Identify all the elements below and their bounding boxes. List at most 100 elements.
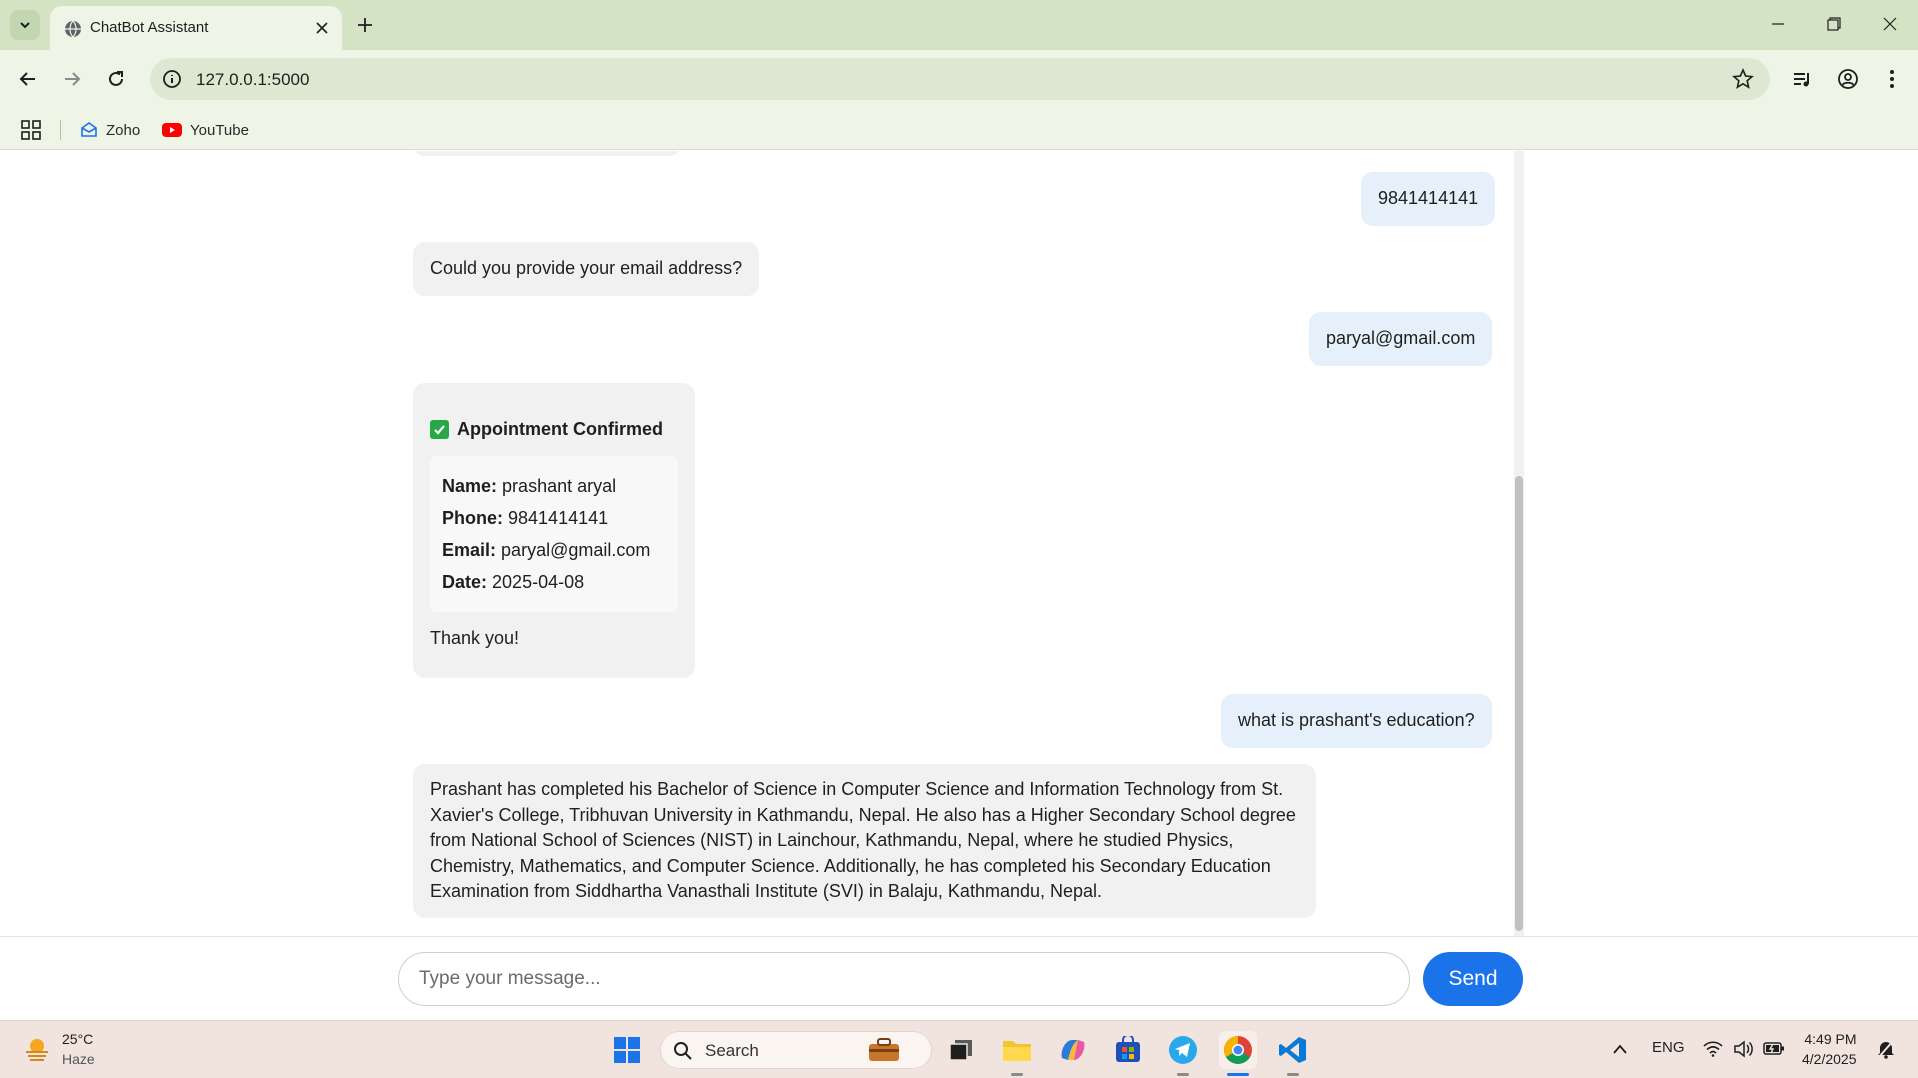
browser-tab-strip: ChatBot Assistant <box>0 0 1918 50</box>
back-button[interactable] <box>12 63 44 95</box>
tab-close-button[interactable] <box>312 18 332 38</box>
appointment-confirmation-card: Appointment Confirmed Name: prashant ary… <box>413 383 695 678</box>
windows-taskbar: 25°C Haze Search ENG 4:49 PM 4/2/2025 <box>0 1020 1918 1078</box>
chat-container: 9841414141 Could you provide your email … <box>400 151 1518 936</box>
battery-icon[interactable] <box>1763 1040 1785 1056</box>
start-button[interactable] <box>608 1031 646 1069</box>
wifi-icon[interactable] <box>1703 1041 1723 1057</box>
address-bar[interactable]: 127.0.0.1:5000 <box>150 58 1770 100</box>
tab-title: ChatBot Assistant <box>90 19 209 36</box>
taskbar-search-label: Search <box>705 1041 759 1060</box>
arrow-left-icon <box>19 72 35 86</box>
scrollbar-thumb[interactable] <box>1515 476 1523 931</box>
user-message: paryal@gmail.com <box>1309 312 1493 366</box>
confirmation-header: Appointment Confirmed <box>430 417 678 442</box>
globe-icon <box>65 20 81 38</box>
checkmark-icon <box>430 420 449 440</box>
store-icon <box>1116 1036 1140 1062</box>
bookmark-label: YouTube <box>190 121 249 139</box>
media-control-button[interactable] <box>1786 63 1818 95</box>
search-icon <box>674 1042 692 1060</box>
bookmark-youtube[interactable]: YouTube <box>162 117 249 143</box>
active-indicator <box>1227 1073 1249 1076</box>
system-clock[interactable]: 4:49 PM 4/2/2025 <box>1802 1029 1857 1069</box>
plus-icon <box>358 18 372 32</box>
forward-button[interactable] <box>56 63 88 95</box>
info-icon[interactable] <box>162 69 182 89</box>
close-icon <box>1883 17 1897 31</box>
profile-button[interactable] <box>1832 63 1864 95</box>
send-button[interactable]: Send <box>1423 952 1523 1006</box>
close-window-button[interactable] <box>1870 8 1910 40</box>
minimize-icon <box>1772 23 1784 25</box>
restore-button[interactable] <box>1814 8 1854 40</box>
minimize-button[interactable] <box>1758 8 1798 40</box>
clock-time: 4:49 PM <box>1804 1031 1857 1047</box>
detail-date: Date: 2025-04-08 <box>442 572 585 593</box>
windows-logo-icon <box>614 1037 640 1063</box>
media-queue-icon <box>1794 73 1809 87</box>
profile-icon <box>1838 69 1858 89</box>
bookmark-label: Zoho <box>106 121 141 139</box>
volume-icon[interactable] <box>1733 1040 1753 1058</box>
chevron-down-icon <box>20 22 30 29</box>
appointment-details: Name: prashant aryal Phone: 9841414141 E… <box>430 456 678 613</box>
language-indicator[interactable]: ENG <box>1652 1039 1685 1056</box>
confirmation-title: Appointment Confirmed <box>457 419 663 439</box>
clock-date: 4/2/2025 <box>1802 1051 1857 1067</box>
url-text[interactable]: 127.0.0.1:5000 <box>196 70 309 90</box>
chevron-up-icon[interactable] <box>1612 1042 1628 1056</box>
chat-viewport[interactable]: 9841414141 Could you provide your email … <box>0 151 1918 936</box>
youtube-icon <box>162 123 182 137</box>
user-message: 9841414141 <box>1361 172 1496 226</box>
browser-toolbar: 127.0.0.1:5000 <box>0 50 1918 108</box>
message-input[interactable] <box>398 952 1410 1006</box>
running-indicator <box>1011 1073 1023 1076</box>
detail-phone: Phone: 9841414141 <box>442 508 609 529</box>
message-input-bar: Send <box>0 936 1918 1020</box>
weather-widget[interactable]: 25°C Haze <box>22 1029 95 1069</box>
bookmark-zoho[interactable]: Zoho <box>80 117 140 143</box>
zoho-icon <box>81 122 97 137</box>
browser-tab[interactable]: ChatBot Assistant <box>50 6 342 50</box>
bookmark-separator <box>60 120 61 140</box>
task-view-icon <box>949 1040 972 1061</box>
running-indicator <box>1287 1073 1299 1076</box>
task-view-button[interactable] <box>942 1031 980 1069</box>
restore-icon <box>1827 17 1841 31</box>
close-icon <box>316 22 328 34</box>
weather-temperature: 25°C <box>62 1031 94 1047</box>
telegram-button[interactable] <box>1164 1031 1202 1069</box>
apps-grid-icon[interactable] <box>20 119 42 141</box>
copilot-icon <box>1061 1040 1085 1060</box>
haze-sun-icon <box>26 1039 48 1061</box>
briefcase-icon <box>869 1038 899 1061</box>
thank-you-text: Thank you! <box>430 628 520 649</box>
menu-button[interactable] <box>1876 63 1908 95</box>
microsoft-store-button[interactable] <box>1109 1031 1147 1069</box>
detail-name: Name: prashant aryal <box>442 476 617 497</box>
copilot-button[interactable] <box>1054 1031 1092 1069</box>
bot-message: Could you provide your email address? <box>413 242 760 296</box>
reload-icon <box>109 71 123 86</box>
new-tab-button[interactable] <box>352 12 378 38</box>
detail-email: Email: paryal@gmail.com <box>442 540 651 561</box>
star-icon[interactable] <box>1732 68 1754 90</box>
notification-bell-icon[interactable] <box>1876 1039 1896 1059</box>
chrome-icon <box>1224 1036 1252 1064</box>
reload-button[interactable] <box>100 63 132 95</box>
bot-message <box>413 151 681 156</box>
chrome-button[interactable] <box>1219 1031 1257 1069</box>
more-vertical-icon <box>1890 70 1894 88</box>
bookmarks-bar: Zoho YouTube <box>0 108 1918 150</box>
file-explorer-button[interactable] <box>998 1031 1036 1069</box>
tab-search-button[interactable] <box>10 10 40 40</box>
running-indicator <box>1177 1073 1189 1076</box>
taskbar-search[interactable]: Search <box>660 1031 932 1069</box>
vscode-button[interactable] <box>1274 1031 1312 1069</box>
folder-icon <box>1003 1041 1031 1061</box>
weather-condition: Haze <box>62 1051 95 1067</box>
arrow-right-icon <box>65 72 81 86</box>
user-message: what is prashant's education? <box>1221 694 1492 748</box>
telegram-icon <box>1169 1036 1197 1064</box>
